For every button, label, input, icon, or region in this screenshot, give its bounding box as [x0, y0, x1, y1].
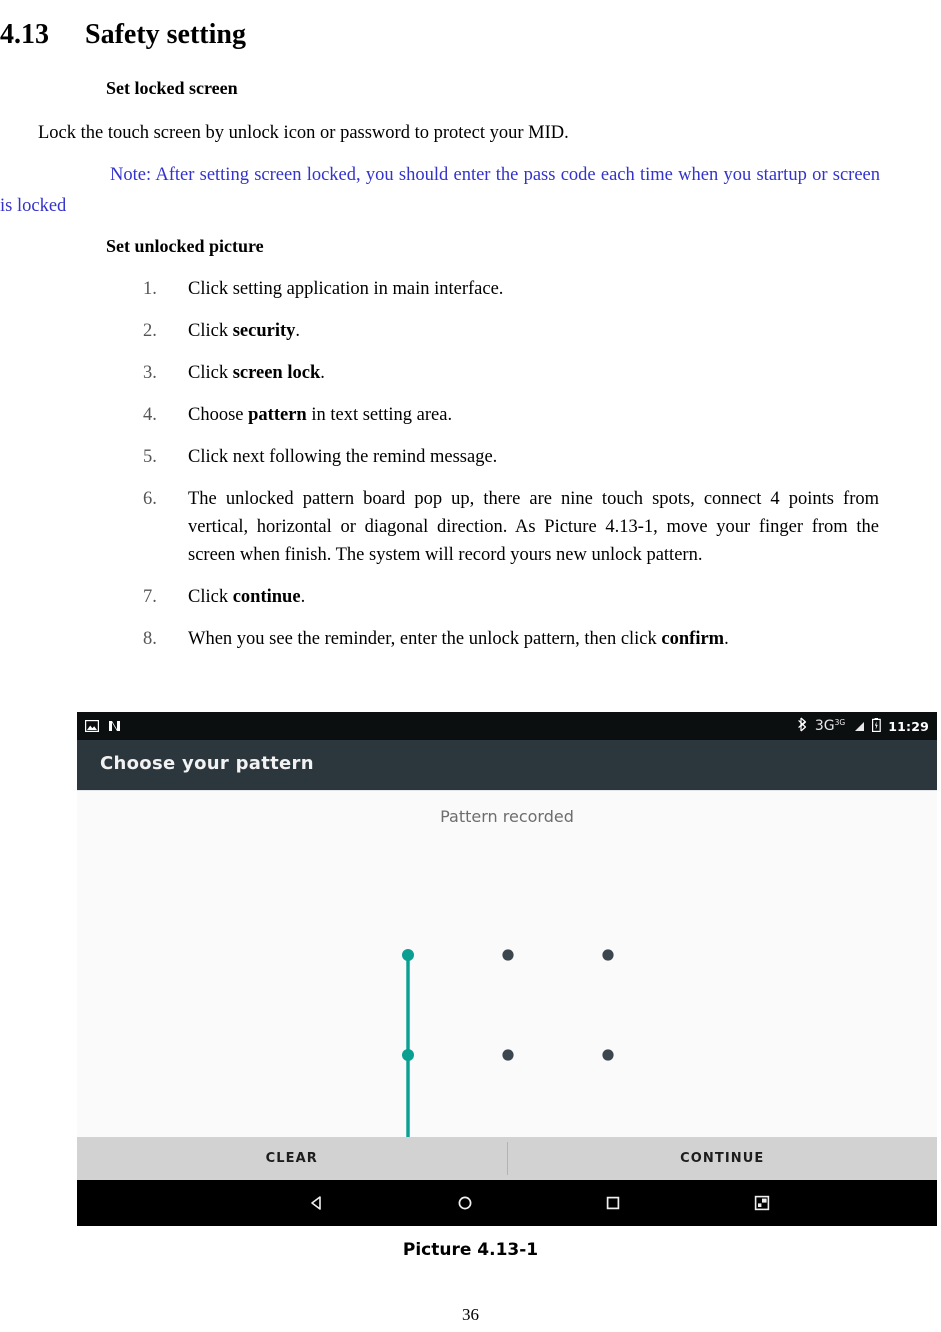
android-screenshot: 3G 3G 11:29 Choose your pattern Pattern r… — [77, 712, 937, 1226]
list-item: 4. Choose pattern in text setting area. — [143, 401, 879, 429]
heading-text: Safety setting — [85, 18, 246, 50]
list-item-text-tail: in text setting area. — [306, 405, 453, 425]
list-item-emphasis: pattern — [248, 405, 307, 425]
continue-button[interactable]: CONTINUE — [508, 1137, 938, 1180]
pattern-content-area[interactable]: Pattern recorded — [77, 790, 937, 1138]
list-item: 8. When you see the reminder, enter the u… — [143, 625, 879, 653]
list-item-text: Click — [188, 321, 233, 341]
list-item-emphasis: confirm — [661, 629, 725, 649]
list-item-text: Choose — [188, 405, 249, 425]
battery-icon — [872, 717, 882, 736]
document-page: 4.13 Safety setting Set locked screen Loc… — [0, 0, 941, 1332]
bluetooth-icon — [798, 717, 808, 736]
list-item-text: Click — [188, 363, 233, 383]
list-item-text: Click — [188, 587, 233, 607]
list-item-text: When you see the reminder, enter the unl… — [188, 629, 662, 649]
pattern-dot-selected[interactable] — [402, 1049, 414, 1061]
status-bar-left-icons — [84, 712, 121, 740]
list-item-emphasis: continue — [232, 587, 301, 607]
heading-number: 4.13 — [0, 18, 49, 50]
pattern-dot-selected[interactable] — [402, 949, 414, 961]
recents-icon[interactable] — [596, 1186, 630, 1220]
pattern-lock-grid[interactable] — [77, 791, 937, 1138]
list-item: 5. Click next following the remind messag… — [143, 443, 879, 471]
page-number: 36 — [462, 1305, 479, 1324]
list-item-emphasis: security — [232, 321, 296, 341]
list-marker: 2. — [143, 321, 157, 341]
status-bar-right-icons: 3G 3G 11:29 — [798, 712, 929, 740]
image-icon — [84, 717, 100, 736]
action-bar: Choose your pattern — [77, 740, 937, 790]
clear-button[interactable]: CLEAR — [77, 1137, 507, 1180]
list-item: 2. Click security. — [143, 317, 879, 345]
steps-list: 1. Click setting application in main inte… — [143, 275, 879, 667]
list-marker: 7. — [143, 587, 157, 607]
list-item: 6. The unlocked pattern board pop up, the… — [143, 485, 879, 569]
back-icon[interactable] — [299, 1186, 333, 1220]
list-item: 7. Click continue. — [143, 583, 879, 611]
home-icon[interactable] — [448, 1186, 482, 1220]
list-item-text-tail: . — [724, 629, 729, 649]
pattern-dot[interactable] — [502, 1049, 514, 1061]
subheading-set-locked-screen: Set locked screen — [106, 78, 238, 98]
status-bar: 3G 3G 11:29 — [77, 712, 937, 740]
pattern-button-bar: CLEAR CONTINUE — [77, 1137, 937, 1180]
list-marker: 3. — [143, 363, 157, 383]
list-item-text: Click setting application in main interf… — [188, 279, 504, 299]
list-marker: 8. — [143, 629, 157, 649]
list-marker: 5. — [143, 447, 157, 467]
list-item-text: Click next following the remind message. — [188, 447, 498, 467]
list-item-text-tail: . — [300, 587, 306, 607]
list-marker: 1. — [143, 279, 157, 299]
list-item-text: The unlocked pattern board pop up, there… — [188, 489, 879, 565]
screenshot-icon[interactable] — [745, 1186, 779, 1220]
pattern-dot[interactable] — [602, 1049, 614, 1061]
signal-strength-icon — [852, 717, 865, 736]
note-paragraph: Note: After setting screen locked, you s… — [0, 160, 880, 222]
status-bar-clock: 11:29 — [888, 718, 929, 734]
list-item-emphasis: screen lock — [232, 363, 321, 383]
list-item: 1. Click setting application in main inte… — [143, 275, 879, 303]
note-text: Note: After setting screen locked, you s… — [0, 165, 880, 216]
pattern-dot[interactable] — [602, 949, 614, 961]
list-item-text-tail: . — [320, 363, 325, 383]
network-type-label: 3G 3G — [814, 718, 846, 734]
action-bar-title: Choose your pattern — [100, 753, 314, 774]
pattern-dot[interactable] — [502, 949, 514, 961]
navigation-bar — [77, 1180, 937, 1226]
list-item: 3. Click screen lock. — [143, 359, 879, 387]
page-title: 4.13 Safety setting — [0, 19, 246, 51]
figure-caption: Picture 4.13-1 — [402, 1240, 539, 1260]
list-item-text-tail: . — [295, 321, 301, 341]
list-marker: 4. — [143, 405, 157, 425]
subheading-set-unlocked-picture: Set unlocked picture — [106, 236, 264, 256]
paragraph-lock-touch-screen: Lock the touch screen by unlock icon or … — [38, 123, 569, 143]
netflix-n-icon — [108, 717, 121, 736]
list-marker: 6. — [143, 489, 157, 509]
